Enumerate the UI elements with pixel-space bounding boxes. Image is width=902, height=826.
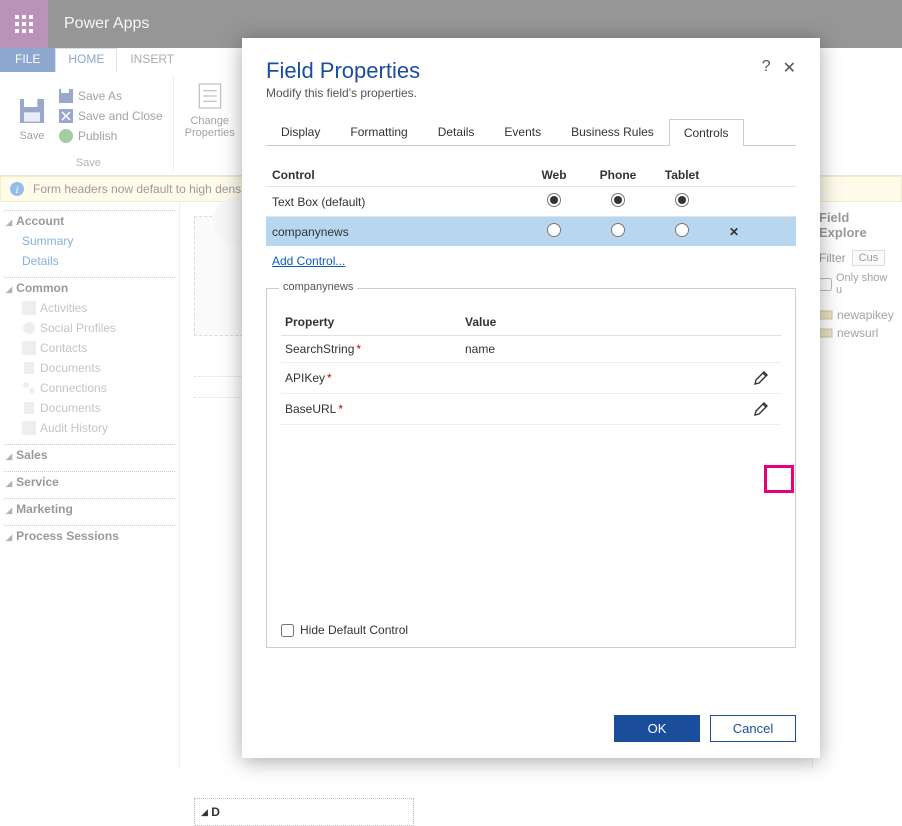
col-control: Control <box>272 168 522 182</box>
prop-name: SearchString <box>285 342 354 356</box>
tab-details[interactable]: Details <box>423 118 490 145</box>
fieldset-legend: companynews <box>279 281 357 293</box>
control-name: companynews <box>272 225 522 239</box>
dialog-title: Field Properties <box>266 58 420 84</box>
canvas-bottom-section[interactable]: ◢ D <box>194 798 414 826</box>
close-button[interactable]: ✕ <box>783 58 796 78</box>
tab-display[interactable]: Display <box>266 118 335 145</box>
control-properties-panel: companynews Property Value SearchString*… <box>266 288 796 648</box>
control-row-companynews[interactable]: companynews ✕ <box>266 216 796 246</box>
add-control-link[interactable]: Add Control... <box>266 254 796 268</box>
help-button[interactable]: ? <box>762 58 771 78</box>
hide-default-input[interactable] <box>281 624 294 637</box>
radio-web-companynews[interactable] <box>547 223 561 237</box>
prop-name: APIKey <box>285 371 325 385</box>
dialog-header: Field Properties Modify this field's pro… <box>266 58 796 100</box>
col-tablet: Tablet <box>650 168 714 182</box>
required-asterisk: * <box>356 342 361 356</box>
canvas-d-label: D <box>211 805 220 819</box>
control-row-textbox[interactable]: Text Box (default) <box>266 186 796 216</box>
pencil-icon[interactable] <box>752 369 770 387</box>
tab-business-rules[interactable]: Business Rules <box>556 118 669 145</box>
tab-controls[interactable]: Controls <box>669 119 744 146</box>
radio-tablet-textbox[interactable] <box>675 193 689 207</box>
prop-row-baseurl[interactable]: BaseURL* <box>281 394 781 425</box>
prop-row-apikey[interactable]: APIKey* <box>281 363 781 394</box>
remove-control-button[interactable]: ✕ <box>714 225 754 239</box>
props-header: Property Value <box>281 309 781 336</box>
field-properties-dialog: Field Properties Modify this field's pro… <box>242 38 820 758</box>
prop-row-searchstring[interactable]: SearchString* name <box>281 336 781 363</box>
col-web: Web <box>522 168 586 182</box>
col-property: Property <box>285 315 465 329</box>
col-phone: Phone <box>586 168 650 182</box>
controls-table: Control Web Phone Tablet Text Box (defau… <box>266 164 796 246</box>
dialog-tabs: Display Formatting Details Events Busine… <box>266 118 796 146</box>
required-asterisk: * <box>338 402 343 416</box>
radio-web-textbox[interactable] <box>547 193 561 207</box>
required-asterisk: * <box>327 371 332 385</box>
hide-default-checkbox[interactable]: Hide Default Control <box>281 623 408 637</box>
tab-formatting[interactable]: Formatting <box>335 118 422 145</box>
dialog-buttons: OK Cancel <box>266 699 796 742</box>
col-value: Value <box>465 315 777 329</box>
prop-value: name <box>465 342 745 356</box>
tab-events[interactable]: Events <box>489 118 556 145</box>
prop-name: BaseURL <box>285 402 336 416</box>
control-name: Text Box (default) <box>272 195 522 209</box>
ok-button[interactable]: OK <box>614 715 700 742</box>
controls-header: Control Web Phone Tablet <box>266 164 796 186</box>
pencil-icon[interactable] <box>752 400 770 418</box>
radio-phone-textbox[interactable] <box>611 193 625 207</box>
radio-phone-companynews[interactable] <box>611 223 625 237</box>
dialog-subtitle: Modify this field's properties. <box>266 86 420 100</box>
radio-tablet-companynews[interactable] <box>675 223 689 237</box>
cancel-button[interactable]: Cancel <box>710 715 796 742</box>
